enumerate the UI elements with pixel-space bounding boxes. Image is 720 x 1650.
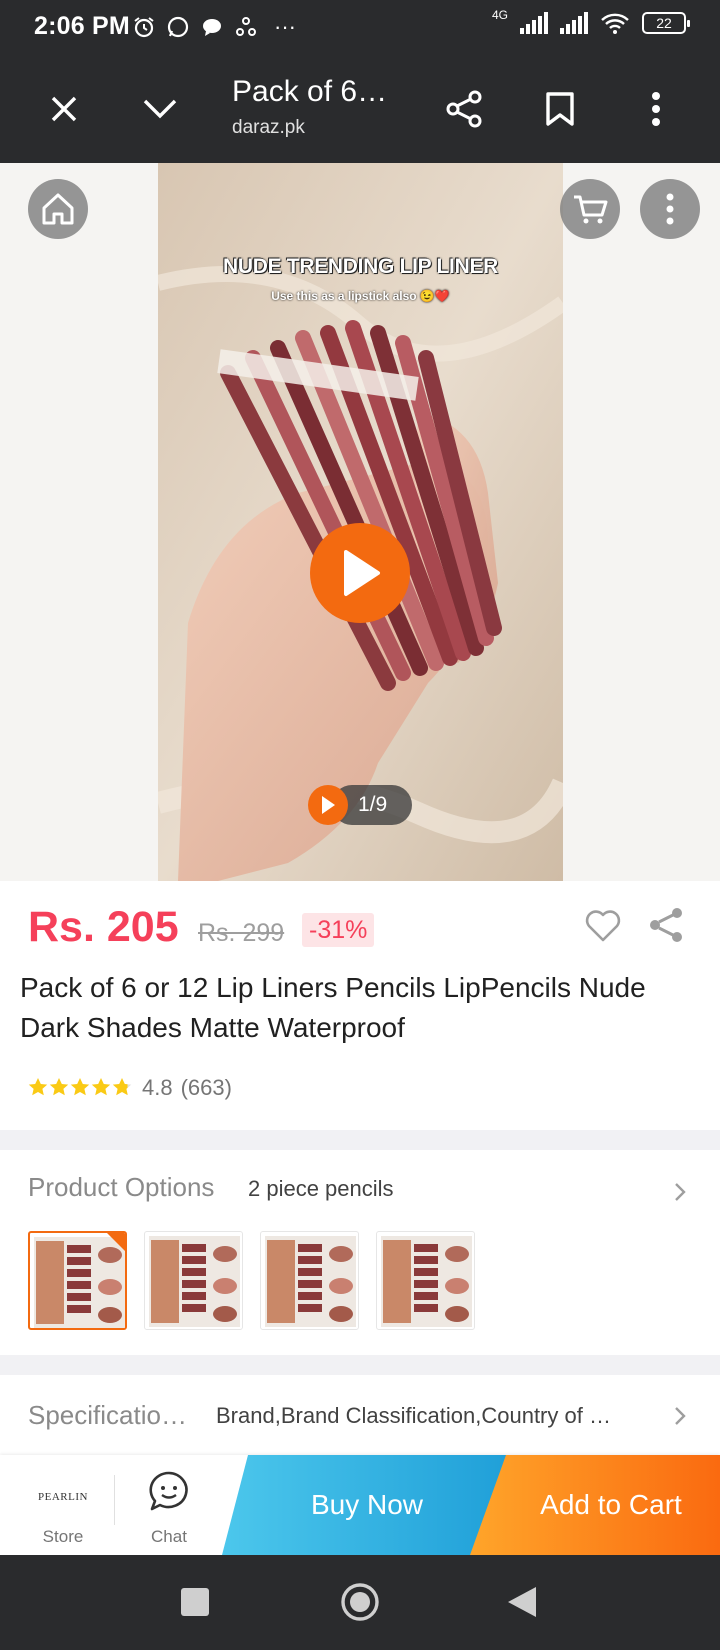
video-overlay-subtitle: Use this as a lipstick also 😉❤️	[271, 289, 450, 303]
play-icon	[344, 550, 380, 596]
network-type: 4G	[491, 8, 508, 22]
more-vert-icon[interactable]	[632, 85, 680, 133]
home-icon[interactable]	[28, 179, 88, 239]
page-url[interactable]: daraz.pk	[232, 117, 305, 139]
options-label: Product Options	[28, 1172, 215, 1202]
product-title: Pack of 6 or 12 Lip Liners Pencils LipPe…	[20, 972, 646, 1043]
current-price: Rs. 205	[28, 903, 179, 951]
option-thumbnail[interactable]	[260, 1231, 359, 1330]
option-thumbnail[interactable]	[28, 1231, 127, 1330]
buy-now-button[interactable]: Buy Now	[222, 1455, 512, 1555]
chevron-right-icon[interactable]	[670, 1404, 690, 1428]
add-to-cart-button[interactable]: Add to Cart	[470, 1455, 720, 1555]
rating-stars	[28, 1077, 132, 1099]
whatsapp-icon	[167, 16, 189, 38]
product-media-gallery[interactable]: NUDE TRENDING LIP LINER Use this as a li…	[0, 163, 720, 881]
store-label: Store	[42, 1527, 84, 1546]
bookmark-icon[interactable]	[536, 85, 584, 133]
chat-bubble-icon	[203, 19, 221, 36]
specifications-label: Specificatio…	[28, 1400, 187, 1430]
chevron-down-icon[interactable]	[136, 85, 184, 133]
rating-value: 4.8	[142, 1075, 173, 1100]
alarm-icon	[134, 17, 154, 38]
video-overlay-title: NUDE TRENDING LIP LINER	[222, 255, 499, 278]
chat-button[interactable]: Chat	[126, 1455, 212, 1555]
home-nav-icon[interactable]	[340, 1582, 380, 1622]
play-small-icon	[308, 785, 348, 825]
battery-indicator: 22	[642, 12, 690, 34]
share-product-icon[interactable]	[646, 905, 686, 945]
chevron-right-icon[interactable]	[670, 1180, 690, 1204]
status-more: ···	[274, 14, 296, 39]
rating-row[interactable]: 4.8 (663)	[28, 1073, 232, 1103]
action-separator	[114, 1475, 115, 1525]
signal-icon	[520, 12, 548, 34]
back-icon[interactable]	[506, 1585, 538, 1619]
signal-icon-2	[560, 12, 588, 34]
section-divider	[0, 1130, 720, 1150]
page-title[interactable]: Pack of 6…	[232, 75, 387, 109]
option-thumbnail[interactable]	[144, 1231, 243, 1330]
chat-icon	[149, 1471, 188, 1511]
chat-label: Chat	[151, 1527, 187, 1546]
recents-icon[interactable]	[180, 1585, 210, 1619]
section-divider	[0, 1355, 720, 1375]
price-section: Rs. 205 Rs. 299 -31%	[0, 881, 720, 971]
play-video-button[interactable]	[310, 523, 410, 623]
wifi-icon	[601, 13, 629, 34]
original-price: Rs. 299	[198, 919, 285, 947]
option-thumbnails	[28, 1231, 475, 1330]
cart-icon[interactable]	[560, 179, 620, 239]
more-icon[interactable]	[640, 179, 700, 239]
option-thumbnail[interactable]	[376, 1231, 475, 1330]
specifications-value: Brand,Brand Classification,Country of …	[216, 1403, 611, 1428]
review-count: (663)	[180, 1075, 232, 1100]
system-nav-bar	[0, 1555, 720, 1650]
bottom-action-bar: PEARLIN Store Chat Buy Now Add to Cart	[0, 1455, 720, 1555]
share-icon[interactable]	[440, 85, 488, 133]
store-logo: PEARLIN	[38, 1491, 88, 1503]
heart-icon[interactable]	[584, 909, 622, 943]
close-icon[interactable]	[40, 85, 88, 133]
store-button[interactable]: PEARLIN Store	[20, 1455, 106, 1555]
discount-badge: -31%	[302, 913, 375, 947]
options-value: 2 piece pencils	[248, 1176, 394, 1201]
product-video-thumbnail[interactable]: NUDE TRENDING LIP LINER Use this as a li…	[158, 163, 563, 881]
media-counter: 1/9	[308, 785, 412, 825]
sync-icon	[236, 17, 256, 36]
status-time: 2:06 PM	[34, 12, 130, 40]
status-bar: 2:06 PM ··· 4G 22	[0, 0, 720, 55]
browser-toolbar: Pack of 6… daraz.pk	[0, 55, 720, 163]
